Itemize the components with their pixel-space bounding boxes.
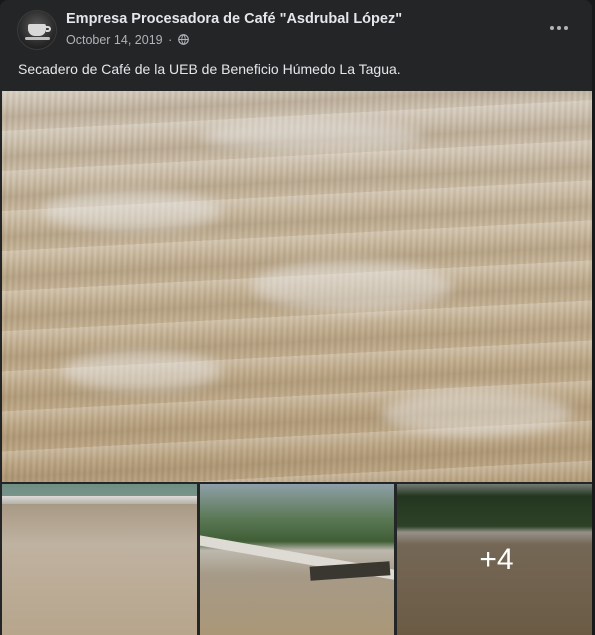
photo-texture [252,261,452,311]
post-meta: October 14, 2019 · [66,33,189,47]
saucer-icon [25,37,50,40]
thumbnail-photo-2[interactable] [200,484,394,635]
more-options-button[interactable] [541,16,577,40]
post-card: Empresa Procesadora de Café "Asdrubal Ló… [0,0,592,635]
post-caption: Secadero de Café de la UEB de Beneficio … [18,61,401,77]
photo-texture [62,351,222,391]
main-photo[interactable] [2,91,592,482]
meta-separator: · [168,33,173,47]
more-options-dot [557,26,561,30]
globe-icon[interactable] [177,34,189,45]
photo-texture [42,191,222,231]
page-name-link[interactable]: Empresa Procesadora de Café "Asdrubal Ló… [66,11,402,27]
thumbnail-photo-1[interactable] [2,484,197,635]
page-avatar[interactable] [17,10,57,50]
photo-texture [2,496,197,504]
post-header: Empresa Procesadora de Café "Asdrubal Ló… [0,0,592,56]
coffee-cup-icon [28,24,51,36]
photo-texture [382,391,572,436]
more-photos-count: +4 [479,543,514,576]
thumbnail-photo-3[interactable]: +4 [397,484,592,635]
more-options-icon [550,26,554,30]
photo-texture [202,121,422,151]
more-options-dot [564,26,568,30]
post-date-link[interactable]: October 14, 2019 [66,33,163,47]
